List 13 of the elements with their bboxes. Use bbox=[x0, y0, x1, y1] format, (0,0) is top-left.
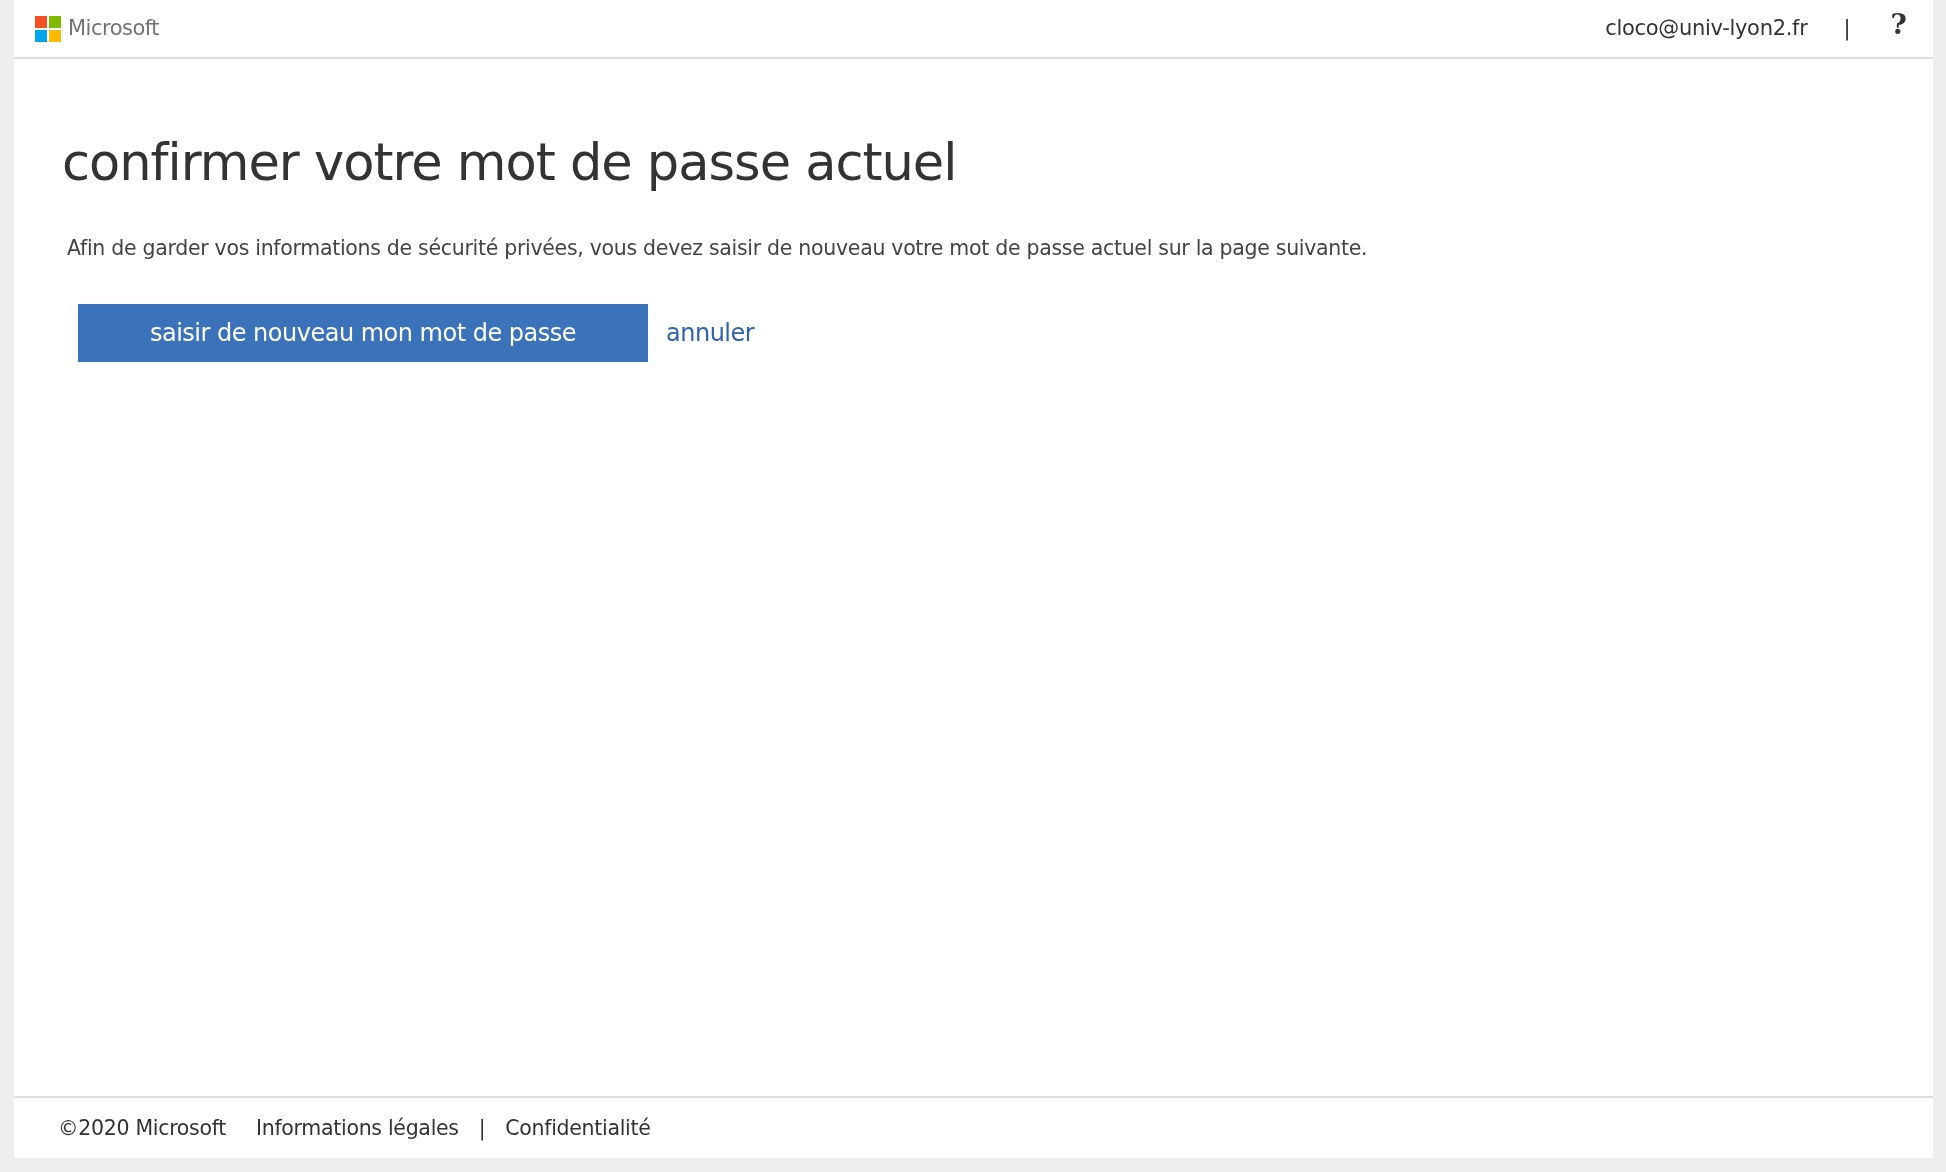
cancel-link[interactable]: annuler bbox=[666, 314, 755, 351]
separator: | bbox=[1843, 14, 1851, 43]
reenter-password-button[interactable]: saisir de nouveau mon mot de passe bbox=[78, 303, 648, 362]
microsoft-logo-icon bbox=[35, 15, 61, 42]
footer-link[interactable]: Informations légales bbox=[256, 1112, 459, 1144]
description-text: Afin de garder vos informations de sécurité privées, vous devez saisir de nouveau votre mot de passe actuel sur la page suivante. bbox=[67, 234, 1369, 262]
footer-link[interactable]: Confidentialité bbox=[505, 1112, 651, 1144]
logo-text: Microsoft bbox=[68, 14, 160, 42]
help-button[interactable]: ? bbox=[1890, 3, 1907, 46]
separator: | bbox=[478, 1114, 486, 1143]
copyright-text: ©2020 Microsoft bbox=[58, 1114, 226, 1142]
page-title: confirmer votre mot de passe actuel bbox=[62, 132, 958, 194]
account-email[interactable]: cloco@univ-lyon2.fr bbox=[1605, 12, 1808, 45]
